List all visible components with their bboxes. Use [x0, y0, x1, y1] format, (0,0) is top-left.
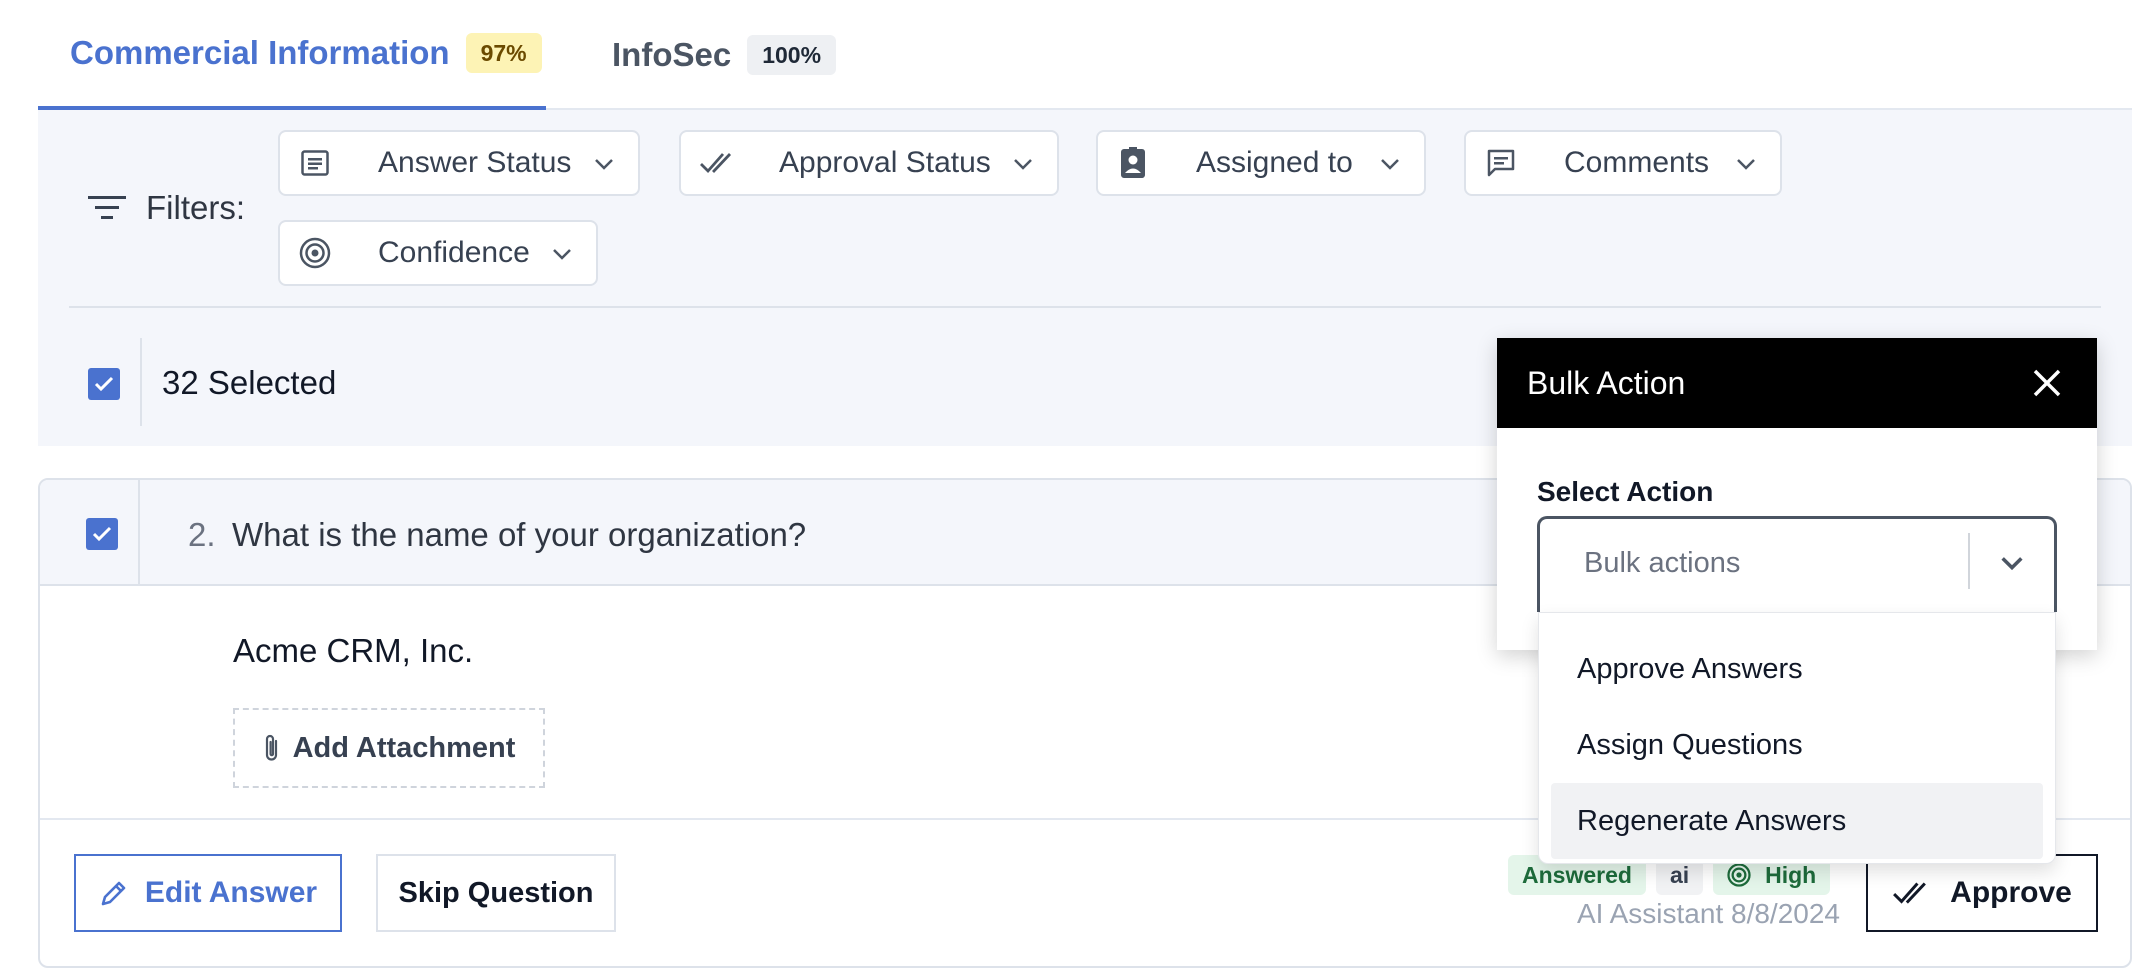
bulk-action-panel: Bulk Action Select Action Bulk actions: [1497, 338, 2097, 650]
filters-label: Filters:: [88, 189, 245, 227]
bulk-actions-menu: Approve Answers Assign Questions Regener…: [1538, 612, 2056, 864]
paperclip-icon: [265, 734, 277, 761]
divider: [69, 306, 2101, 308]
double-check-icon: [1893, 882, 1927, 904]
tab-infosec[interactable]: InfoSec 100%: [612, 0, 837, 110]
select-all-checkbox[interactable]: [88, 368, 120, 400]
bulk-action-title: Bulk Action: [1527, 364, 1686, 401]
target-icon: [1727, 863, 1751, 887]
filter-label: Confidence: [378, 236, 530, 269]
divider: [1968, 533, 1970, 589]
answer-text: Acme CRM, Inc.: [233, 632, 474, 669]
edit-answer-label: Edit Answer: [144, 876, 318, 909]
confidence-label: High: [1765, 861, 1817, 888]
chevron-down-icon: [1737, 159, 1755, 170]
chevron-down-icon: [1014, 159, 1032, 170]
bulk-actions-select[interactable]: Bulk actions: [1537, 516, 2057, 612]
approve-button[interactable]: Approve: [1866, 854, 2098, 932]
list-icon: [298, 146, 332, 180]
tab-commercial-information[interactable]: Commercial Information 97%: [38, 0, 546, 110]
selected-count: 32 Selected: [162, 364, 337, 401]
skip-question-button[interactable]: Skip Question: [376, 854, 616, 932]
filter-label: Approval Status: [779, 146, 991, 179]
filter-label: Assigned to: [1196, 146, 1353, 179]
divider: [138, 480, 140, 586]
completion-badge: 100%: [747, 35, 837, 75]
chevron-down-icon: [553, 249, 571, 260]
comment-icon: [1484, 146, 1518, 180]
checkmark-icon: [92, 526, 112, 542]
menu-item-approve-answers[interactable]: Approve Answers: [1551, 631, 2043, 707]
filter-label: Answer Status: [378, 146, 572, 179]
add-attachment-button[interactable]: Add Attachment: [233, 708, 545, 788]
tab-label: Commercial Information: [70, 34, 450, 71]
chevron-down-icon: [595, 159, 613, 170]
close-icon: [2033, 369, 2061, 397]
completion-badge: 97%: [465, 33, 542, 73]
chevron-down-icon: [1381, 159, 1399, 170]
target-icon: [298, 236, 332, 270]
filter-assigned-to[interactable]: Assigned to: [1096, 130, 1426, 196]
menu-item-regenerate-answers[interactable]: Regenerate Answers: [1551, 783, 2043, 859]
approve-label: Approve: [1950, 876, 2072, 909]
chevron-down-icon: [2001, 557, 2023, 571]
select-placeholder: Bulk actions: [1584, 547, 1741, 579]
question-checkbox[interactable]: [86, 518, 118, 550]
tab-label: InfoSec: [612, 36, 732, 73]
filters-text: Filters:: [146, 189, 245, 226]
menu-item-assign-questions[interactable]: Assign Questions: [1551, 707, 2043, 783]
question-number: 2.: [188, 516, 216, 553]
bulk-action-header: Bulk Action: [1497, 338, 2097, 428]
double-check-icon: [699, 146, 733, 180]
skip-question-label: Skip Question: [398, 876, 594, 909]
filter-icon: [88, 196, 126, 219]
close-button[interactable]: [2027, 363, 2067, 403]
filter-label: Comments: [1564, 146, 1710, 179]
pencil-icon: [101, 881, 126, 906]
filter-comments[interactable]: Comments: [1464, 130, 1782, 196]
divider: [140, 338, 142, 426]
tab-bar: Commercial Information 97% InfoSec 100%: [38, 0, 2132, 110]
select-action-label: Select Action: [1537, 476, 1714, 507]
answer-author: AI Assistant 8/8/2024: [1576, 898, 1840, 929]
id-badge-icon: [1116, 146, 1150, 180]
add-attachment-label: Add Attachment: [292, 731, 516, 764]
checkmark-icon: [94, 376, 114, 392]
question-text: What is the name of your organization?: [232, 516, 807, 553]
filter-approval-status[interactable]: Approval Status: [679, 130, 1059, 196]
filter-confidence[interactable]: Confidence: [278, 220, 598, 286]
filter-answer-status[interactable]: Answer Status: [278, 130, 640, 196]
edit-answer-button[interactable]: Edit Answer: [74, 854, 342, 932]
